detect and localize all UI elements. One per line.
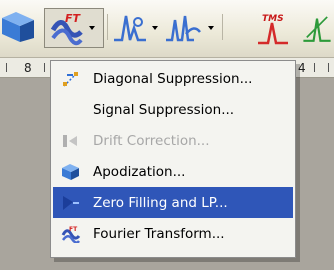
ruler-tick bbox=[44, 63, 45, 72]
svg-text:FT: FT bbox=[65, 12, 82, 25]
zero-filling-icon bbox=[63, 196, 79, 210]
baseline-dropdown-arrow[interactable] bbox=[208, 26, 214, 30]
menu-item-apodization[interactable]: Apodization... bbox=[53, 156, 293, 187]
menu-item-drift-correction: Drift Correction... bbox=[53, 125, 293, 156]
tms-peak-icon: TMS bbox=[258, 14, 288, 45]
menu-item-label: Zero Filling and LP... bbox=[93, 194, 228, 211]
phase-tool-button[interactable] bbox=[112, 8, 162, 48]
baseline-tool-button[interactable] bbox=[164, 8, 218, 48]
menu-item-label: Drift Correction... bbox=[93, 132, 210, 149]
processing-dropdown-arrow[interactable] bbox=[89, 26, 95, 30]
baseline-icon bbox=[166, 15, 201, 42]
phase-icon bbox=[114, 15, 146, 42]
processing-dropdown-menu: Diagonal Suppression... Signal Suppressi… bbox=[50, 60, 296, 258]
toolbar-separator bbox=[107, 14, 108, 40]
apodization-icon bbox=[62, 164, 79, 180]
fourier-transform-icon: FT bbox=[61, 226, 81, 243]
menu-item-label: Diagonal Suppression... bbox=[93, 70, 253, 87]
menu-item-diagonal-suppression[interactable]: Diagonal Suppression... bbox=[53, 63, 293, 94]
ruler-label-left: 8 bbox=[24, 61, 32, 75]
menu-item-label: Signal Suppression... bbox=[93, 101, 235, 118]
processing-tool-button[interactable]: FT bbox=[44, 8, 104, 48]
apodization-tool-button[interactable] bbox=[0, 8, 40, 48]
svg-text:FT: FT bbox=[69, 226, 78, 233]
svg-text:TMS: TMS bbox=[262, 14, 284, 24]
toolbar: FT TMS bbox=[0, 0, 334, 58]
menu-item-fourier-transform[interactable]: FT Fourier Transform... bbox=[53, 218, 293, 249]
apodization-icon bbox=[2, 12, 34, 42]
ruler-tick bbox=[314, 63, 315, 72]
fourier-transform-icon: FT bbox=[50, 12, 83, 46]
integration-tool-button[interactable] bbox=[300, 8, 334, 48]
ruler-tick bbox=[6, 63, 7, 72]
peak-pick-tool-button[interactable]: TMS bbox=[254, 8, 294, 48]
drift-correction-icon bbox=[63, 135, 77, 147]
menu-item-label: Apodization... bbox=[93, 163, 186, 180]
ruler-tick bbox=[328, 63, 329, 72]
menu-item-zero-filling[interactable]: Zero Filling and LP... bbox=[53, 187, 293, 218]
integration-icon bbox=[303, 16, 331, 42]
menu-item-signal-suppression[interactable]: Signal Suppression... bbox=[53, 94, 293, 125]
phase-dropdown-arrow[interactable] bbox=[152, 26, 158, 30]
toolbar-separator bbox=[222, 14, 223, 40]
menu-item-label: Fourier Transform... bbox=[93, 225, 225, 242]
diagonal-suppression-icon bbox=[63, 71, 79, 87]
